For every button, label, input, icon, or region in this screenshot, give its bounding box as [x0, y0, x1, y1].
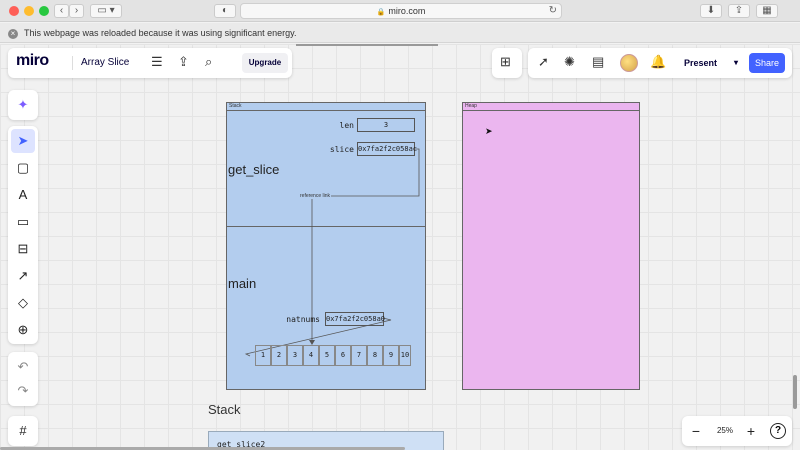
upgrade-button[interactable]: Upgrade [242, 53, 288, 73]
bell-icon[interactable]: 🔔 [650, 54, 666, 70]
text-tool-icon[interactable]: A [11, 183, 35, 207]
help-icon[interactable]: ? [770, 423, 786, 439]
board-header: miro Array Slice ☰ ⇪ ⌕ Upgrade [8, 48, 292, 78]
connection-line-icon[interactable]: ↗ [11, 264, 35, 288]
creation-toolbar: ➤ ▢ A ▭ ⊟ ↗ ◇ ⊕ [8, 126, 38, 344]
celebrate-icon[interactable]: ✺ [564, 54, 575, 70]
array-cell[interactable]: 3 [287, 345, 303, 366]
board-title[interactable]: Array Slice [81, 57, 129, 68]
zoom-level[interactable]: 25% [712, 416, 738, 446]
array-cell[interactable]: 1 [255, 345, 271, 366]
avatar[interactable] [620, 54, 638, 72]
array-cell[interactable]: 8 [367, 345, 383, 366]
miro-logo[interactable]: miro [16, 52, 49, 70]
heap-frame[interactable]: Heap [462, 102, 640, 390]
array-cell[interactable]: 9 [383, 345, 399, 366]
history-toolbar: ↶ ↷ [8, 352, 38, 406]
array-cell[interactable]: 5 [319, 345, 335, 366]
natnums-name: natnums [286, 315, 320, 324]
add-more-icon[interactable]: ⊕ [11, 318, 35, 342]
chevron-down-icon[interactable]: ▾ [734, 53, 738, 73]
export-icon[interactable]: ⇪ [178, 54, 189, 70]
stack2-label: Stack [208, 402, 241, 417]
sticky-note-icon[interactable]: ▢ [11, 156, 35, 180]
sparkle-icon[interactable]: ✦ [11, 93, 35, 117]
reference-link-label: reference link [299, 193, 332, 199]
redo-icon[interactable]: ↷ [11, 379, 35, 403]
zoom-controls: − 25% + ? [682, 416, 792, 446]
comment-icon[interactable]: ▤ [592, 54, 604, 70]
frames-list-icon[interactable]: # [11, 419, 35, 443]
apps-panel: ⊞ [492, 48, 522, 78]
zoom-in-icon[interactable]: + [741, 421, 761, 441]
array-cell[interactable]: 6 [335, 345, 351, 366]
search-icon[interactable]: ⌕ [205, 54, 212, 70]
collab-toolbar: ➚ ✺ ▤ 🔔 Present ▾ Share [528, 48, 792, 78]
array-cell[interactable]: 4 [303, 345, 319, 366]
mouse-cursor-icon: ➤ [485, 126, 493, 136]
array-cell[interactable]: 2 [271, 345, 287, 366]
header-divider [72, 56, 73, 70]
select-tool-icon[interactable]: ➤ [11, 129, 35, 153]
ai-panel: ✦ [8, 90, 38, 120]
zoom-out-icon[interactable]: − [686, 421, 706, 441]
shapes-icon[interactable]: ◇ [11, 291, 35, 315]
share-button[interactable]: Share [749, 53, 785, 73]
array-cell[interactable]: 7 [351, 345, 367, 366]
apps-icon[interactable]: ⊞ [500, 54, 511, 70]
array-cell[interactable]: 10 [399, 345, 411, 366]
present-label: Present [684, 58, 718, 68]
comment-tool-icon[interactable]: ▭ [11, 210, 35, 234]
undo-icon[interactable]: ↶ [11, 355, 35, 379]
present-button[interactable]: Present ▾ [678, 53, 742, 73]
frame-tool-icon[interactable]: ⊟ [11, 237, 35, 261]
menu-icon[interactable]: ☰ [151, 54, 163, 70]
natnums-value[interactable]: 0x7fa2f2c058a0 [325, 312, 385, 326]
cursor-select-icon[interactable]: ➚ [538, 54, 549, 70]
heap-frame-title: Heap [463, 103, 639, 111]
vertical-scrollbar[interactable] [793, 375, 797, 409]
frames-panel: # [8, 416, 38, 446]
